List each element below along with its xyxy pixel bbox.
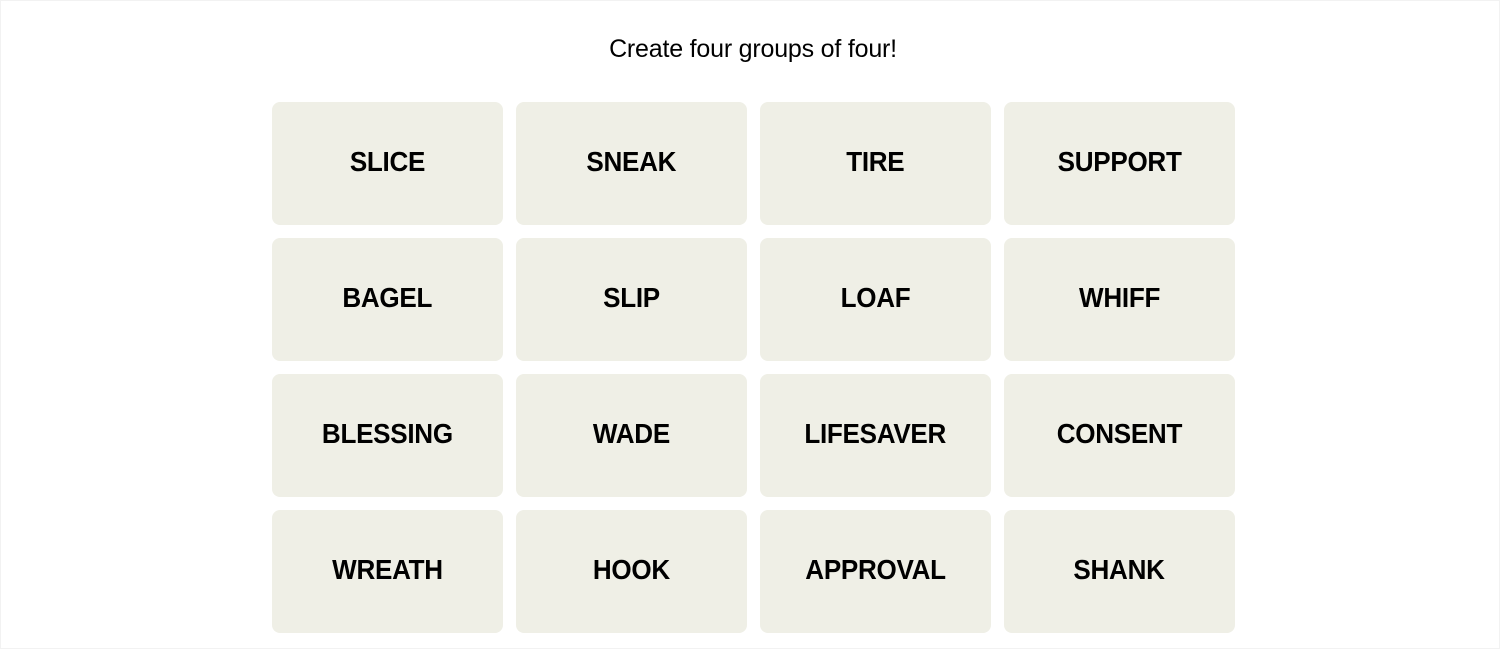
tile-word: WADE	[592, 417, 671, 449]
tile-word: TIRE	[846, 145, 905, 177]
word-tile[interactable]: SHANK	[1004, 510, 1235, 633]
tile-word: HOOK	[592, 553, 671, 585]
word-tile[interactable]: LIFESAVER	[760, 374, 991, 497]
instructions-text: Create four groups of four!	[609, 35, 897, 63]
tile-word: SLICE	[349, 145, 426, 177]
tile-word: APPROVAL	[805, 553, 946, 585]
tile-word: BAGEL	[342, 281, 433, 313]
word-tile[interactable]: BAGEL	[272, 238, 503, 361]
word-tile[interactable]: WHIFF	[1004, 238, 1235, 361]
tile-word: SUPPORT	[1057, 145, 1182, 177]
tile-word: LOAF	[840, 281, 911, 313]
word-tile[interactable]: LOAF	[760, 238, 991, 361]
word-tile[interactable]: CONSENT	[1004, 374, 1235, 497]
word-tile[interactable]: APPROVAL	[760, 510, 991, 633]
tile-word: WHIFF	[1078, 281, 1161, 313]
word-tile[interactable]: WADE	[516, 374, 747, 497]
tile-word: CONSENT	[1056, 417, 1183, 449]
word-tile[interactable]: SNEAK	[516, 102, 747, 225]
word-tile[interactable]: BLESSING	[272, 374, 503, 497]
word-tile[interactable]: WREATH	[272, 510, 503, 633]
tile-word: SNEAK	[586, 145, 677, 177]
tile-word: LIFESAVER	[804, 417, 947, 449]
word-tile[interactable]: SLIP	[516, 238, 747, 361]
word-tile[interactable]: TIRE	[760, 102, 991, 225]
tile-word: WREATH	[332, 553, 443, 585]
tile-word: SHANK	[1073, 553, 1166, 585]
tile-word: SLIP	[603, 281, 660, 313]
word-grid: SLICE SNEAK TIRE SUPPORT BAGEL SLIP LOAF…	[272, 102, 1235, 633]
word-tile[interactable]: SLICE	[272, 102, 503, 225]
tile-word: BLESSING	[322, 417, 453, 449]
word-tile[interactable]: HOOK	[516, 510, 747, 633]
word-tile[interactable]: SUPPORT	[1004, 102, 1235, 225]
